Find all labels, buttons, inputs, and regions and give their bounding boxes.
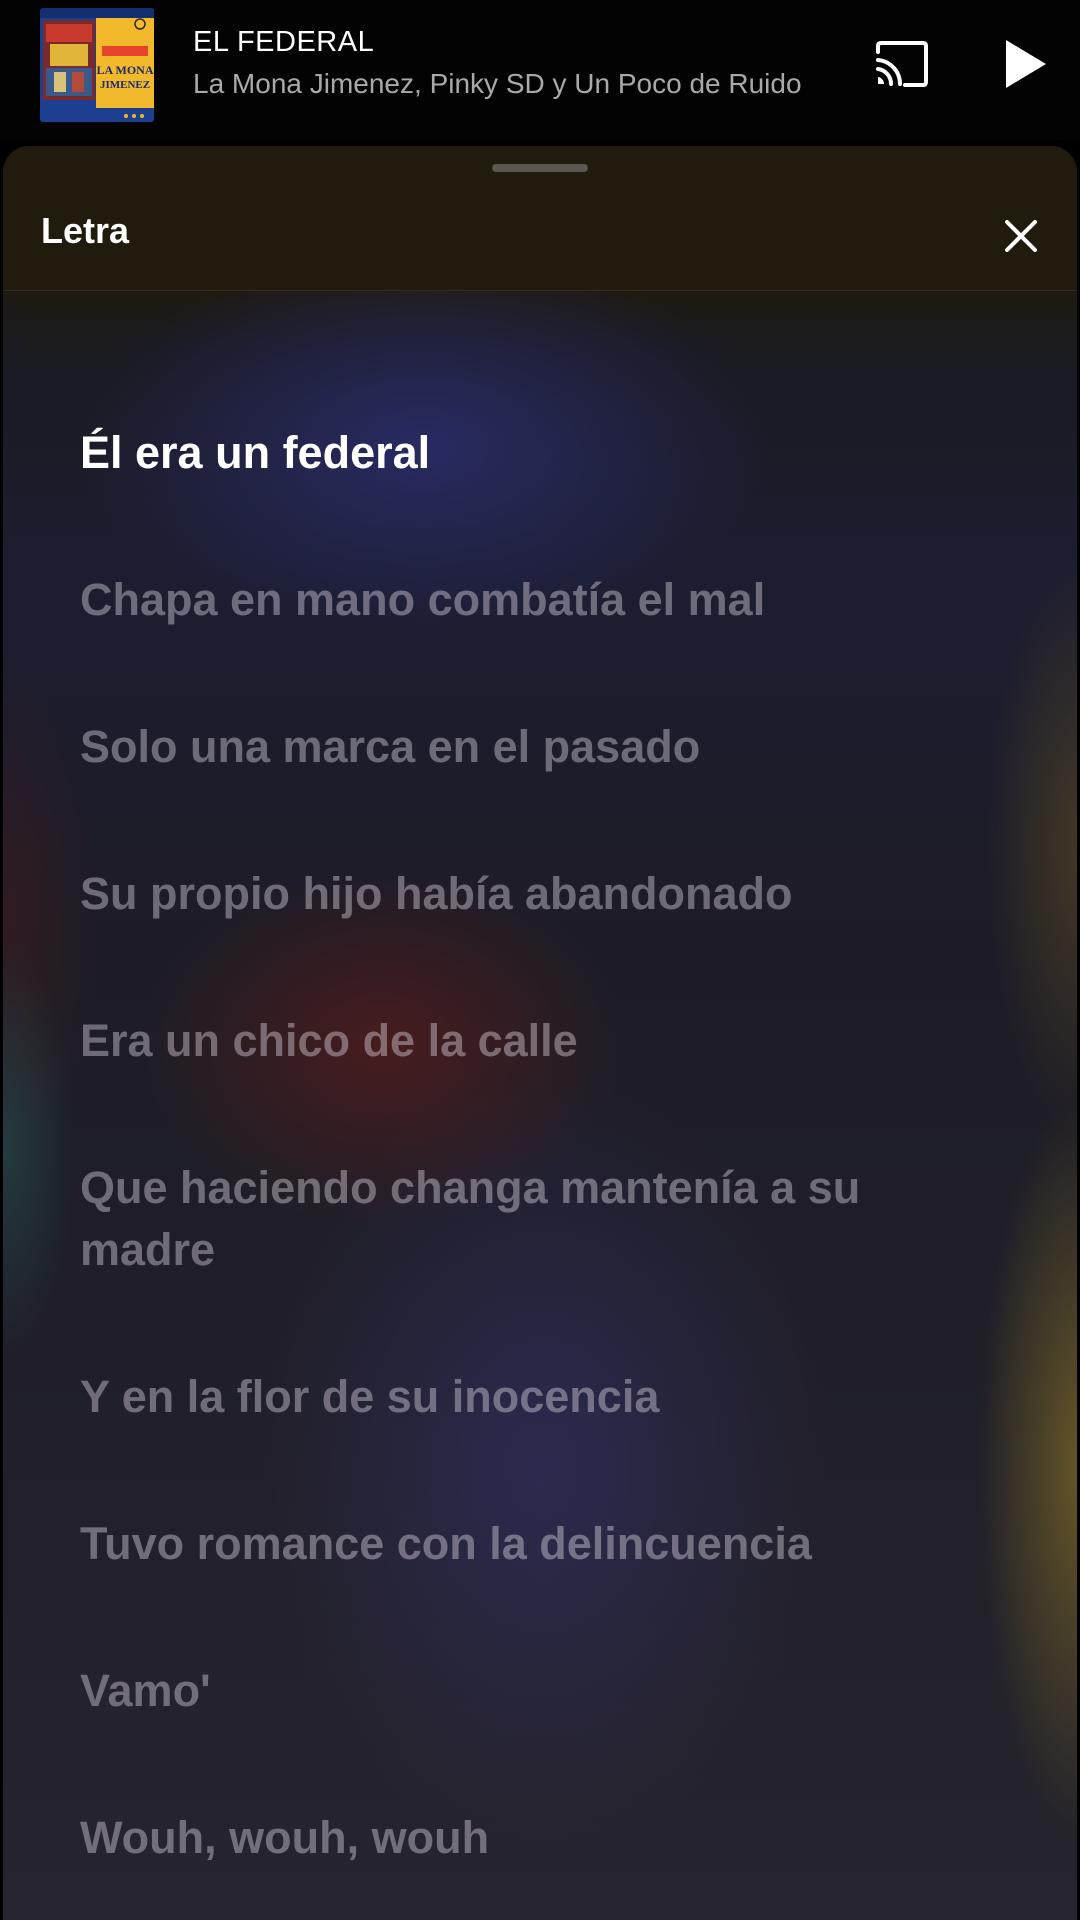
- close-button[interactable]: [999, 214, 1043, 258]
- drag-handle[interactable]: [492, 164, 588, 172]
- lyrics-list: Él era un federal Chapa en mano combatía…: [80, 422, 980, 1920]
- play-icon: [1006, 40, 1046, 88]
- lyric-line[interactable]: Tuvo romance con la delincuencia: [80, 1513, 980, 1575]
- play-button[interactable]: [998, 36, 1054, 92]
- mini-player[interactable]: LA MONA JIMENEZ EL FEDERAL La Mona Jimen…: [0, 0, 1080, 140]
- lyrics-sheet-header: Letra: [3, 146, 1077, 291]
- lyric-line[interactable]: Wouh, wouh, wouh: [80, 1807, 980, 1869]
- lyric-line[interactable]: Chapa en mano combatía el mal: [80, 569, 980, 631]
- cast-button[interactable]: [872, 38, 932, 92]
- close-icon: [1005, 220, 1037, 252]
- track-artists: La Mona Jimenez, Pinky SD y Un Poco de R…: [193, 68, 802, 99]
- cast-icon: [876, 41, 928, 87]
- lyric-line-active[interactable]: Él era un federal: [80, 422, 980, 484]
- lyric-line[interactable]: Su propio hijo había abandonado: [80, 863, 980, 925]
- album-art[interactable]: LA MONA JIMENEZ: [40, 8, 154, 122]
- lyric-line[interactable]: Solo una marca en el pasado: [80, 716, 980, 778]
- lyric-line[interactable]: Vamo': [80, 1660, 980, 1722]
- album-art-image: LA MONA JIMENEZ: [40, 8, 154, 122]
- app-screen: LA MONA JIMENEZ EL FEDERAL La Mona Jimen…: [0, 0, 1080, 1920]
- lyric-line[interactable]: Y en la flor de su inocencia: [80, 1366, 980, 1428]
- lyrics-sheet: Letra Él era un federal Chapa en mano co…: [3, 146, 1077, 1920]
- lyrics-title: Letra: [41, 210, 130, 251]
- track-title: EL FEDERAL: [193, 26, 375, 58]
- svg-text:LA MONA: LA MONA: [97, 63, 154, 77]
- svg-text:JIMENEZ: JIMENEZ: [100, 79, 150, 91]
- lyric-line[interactable]: Que haciendo changa mantenía a su madre: [80, 1157, 980, 1281]
- lyric-line[interactable]: Era un chico de la calle: [80, 1010, 980, 1072]
